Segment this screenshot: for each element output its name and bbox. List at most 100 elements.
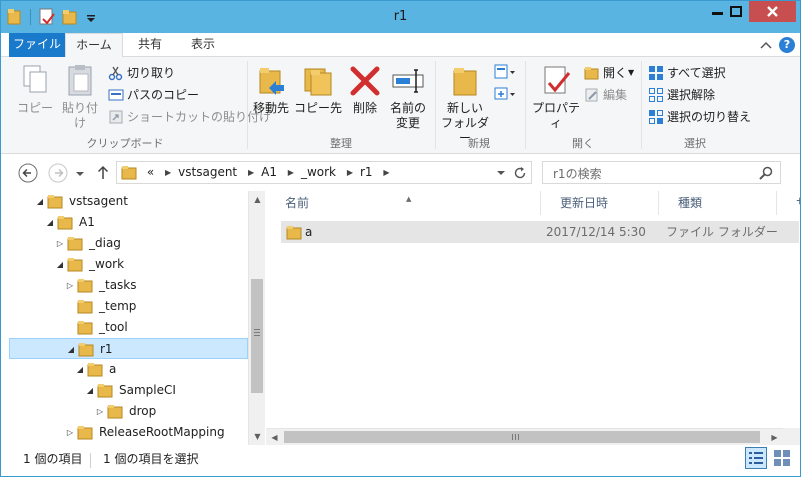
expanded-chevron-icon[interactable]: ◢ (45, 212, 55, 233)
tab-view[interactable]: 表示 (177, 33, 229, 57)
group-separator (435, 61, 436, 149)
tree-item[interactable]: ▷ drop (9, 401, 248, 422)
breadcrumb-a1[interactable]: A1 (261, 162, 277, 183)
new-folder-icon[interactable] (61, 8, 79, 26)
properties-check-icon (544, 66, 571, 94)
move-to-button[interactable]: 移動先 (249, 61, 293, 133)
tree-item[interactable]: ▷ _tasks (9, 275, 248, 296)
address-bar[interactable]: « ▶ vstsagent ▶ A1 ▶ _work ▶ r1 ▶ (116, 161, 532, 184)
scroll-down-arrow-icon[interactable]: ▼ (249, 428, 266, 445)
properties-icon[interactable] (38, 8, 56, 26)
breadcrumb-separator-icon[interactable]: ▶ (248, 162, 254, 183)
breadcrumb-separator-icon[interactable]: ▶ (165, 162, 171, 183)
search-input[interactable]: r1の検索 (553, 165, 602, 182)
recent-locations-chevron-icon[interactable] (73, 162, 87, 184)
folder-icon (77, 321, 93, 335)
properties-label: プロパティ (531, 101, 580, 130)
rename-button[interactable]: 名前の 変更 (385, 61, 431, 133)
scroll-up-arrow-icon[interactable]: ▲ (249, 191, 266, 208)
search-icon[interactable] (758, 165, 774, 181)
scrollbar-thumb[interactable] (284, 431, 760, 443)
close-button[interactable] (749, 1, 796, 22)
file-list-horizontal-scrollbar[interactable]: ◀ ▶ (266, 428, 783, 445)
group-separator (525, 61, 526, 149)
help-icon[interactable]: ? (779, 37, 795, 53)
expanded-chevron-icon[interactable]: ◢ (85, 380, 95, 401)
file-row[interactable]: a 2017/12/14 5:30 ファイル フォルダー (281, 221, 799, 243)
breadcrumb-r1[interactable]: r1 (360, 162, 373, 183)
collapsed-chevron-icon[interactable]: ▷ (65, 275, 75, 296)
collapsed-chevron-icon[interactable]: ▷ (95, 401, 105, 422)
column-header-modified[interactable]: 更新日時 (541, 191, 659, 215)
tree-item-label: SampleCI (119, 383, 176, 397)
back-arrow-icon[interactable] (17, 162, 39, 184)
file-list[interactable]: ▲ 名前 更新日時 種類 サ a 2017/12/14 5:30 ファイル フォ… (266, 191, 800, 445)
paste-button[interactable]: 貼り付け (57, 61, 103, 133)
copy-to-folder-icon (304, 68, 332, 96)
file-type: ファイル フォルダー (666, 225, 778, 239)
tree-item[interactable]: ▷ _diag (9, 233, 248, 254)
breadcrumb-separator-icon[interactable]: ▶ (383, 162, 389, 183)
tree-item[interactable]: ◢ vstsagent (9, 191, 248, 212)
tree-vertical-scrollbar[interactable]: ▲ ▼ (248, 191, 265, 445)
tree-item[interactable]: ◢ _work (9, 254, 248, 275)
details-view-icon[interactable] (745, 447, 767, 469)
tab-home[interactable]: ホーム (65, 33, 123, 58)
scrollbar-thumb[interactable] (251, 279, 263, 393)
tree-item-label: r1 (100, 342, 113, 356)
scroll-left-arrow-icon[interactable]: ◀ (266, 429, 283, 446)
expanded-chevron-icon[interactable]: ◢ (75, 359, 85, 380)
expanded-chevron-icon[interactable]: ◢ (35, 191, 45, 212)
breadcrumb-separator-icon[interactable]: ▶ (347, 162, 353, 183)
customize-toolbar-icon[interactable] (85, 8, 97, 26)
new-item-icon[interactable] (493, 63, 517, 81)
title-bar[interactable]: r1 (1, 1, 800, 33)
copy-label: コピー (16, 101, 53, 115)
column-header-name[interactable]: ▲ 名前 (266, 191, 541, 215)
large-icons-view-icon[interactable] (771, 447, 793, 469)
tree-item[interactable]: _tool (9, 317, 248, 338)
tree-item[interactable]: _temp (9, 296, 248, 317)
scroll-right-arrow-icon[interactable]: ▶ (766, 429, 783, 446)
properties-button[interactable]: プロパティ (529, 61, 583, 133)
forward-arrow-icon[interactable] (47, 162, 69, 184)
column-header-type[interactable]: 種類 (659, 191, 777, 215)
expanded-chevron-icon[interactable]: ◢ (66, 339, 76, 360)
tree-item-label: _temp (99, 299, 137, 313)
expanded-chevron-icon[interactable]: ◢ (55, 254, 65, 275)
select-all-icon (649, 66, 663, 80)
delete-button[interactable]: 削除 (347, 61, 383, 133)
breadcrumb-work[interactable]: _work (301, 162, 336, 183)
search-box[interactable]: r1の検索 (542, 161, 781, 184)
ribbon: コピー 貼り付け 切り取り パスのコピー ショートカットの貼り付け クリップボー… (1, 57, 800, 154)
close-icon (767, 6, 778, 17)
folder-icon (78, 343, 94, 357)
ribbon-collapse-chevron-icon[interactable] (759, 41, 773, 51)
move-to-label: 移動先 (252, 101, 289, 115)
tree-item-label: _diag (89, 236, 121, 250)
tree-item[interactable]: ◢ SampleCI (9, 380, 248, 401)
address-dropdown-chevron-icon[interactable] (495, 167, 507, 179)
breadcrumb-vstsagent[interactable]: vstsagent (178, 162, 237, 183)
refresh-icon[interactable] (513, 166, 527, 180)
tab-file[interactable]: ファイル (9, 33, 65, 57)
breadcrumb-overflow[interactable]: « (147, 162, 154, 183)
column-header-size[interactable]: サ (777, 191, 800, 215)
maximize-button[interactable] (723, 1, 749, 22)
tree-item[interactable]: ▷ ReleaseRootMapping (9, 422, 248, 443)
easy-access-icon[interactable] (493, 85, 517, 103)
copy-button[interactable]: コピー (15, 61, 55, 133)
tree-item-label: a (109, 362, 117, 376)
new-folder-button[interactable]: 新しい フォルダー (439, 61, 491, 145)
copy-to-button[interactable]: コピー先 (293, 61, 343, 133)
collapsed-chevron-icon[interactable]: ▷ (55, 233, 65, 254)
tree-item[interactable]: ◢ A1 (9, 212, 248, 233)
up-arrow-icon[interactable] (94, 162, 112, 184)
breadcrumb-separator-icon[interactable]: ▶ (288, 162, 294, 183)
collapsed-chevron-icon[interactable]: ▷ (65, 422, 75, 443)
ribbon-tabs: ファイル ホーム 共有 表示 (1, 33, 800, 58)
tab-share[interactable]: 共有 (127, 33, 173, 57)
tree-item[interactable]: ◢ a (9, 359, 248, 380)
tree-item[interactable]: ◢ r1 (9, 338, 248, 359)
navigation-pane-tree[interactable]: ◢ vstsagent ◢ A1 ▷ _diag ◢ _work ▷ _tasks _temp _to… (9, 191, 248, 445)
